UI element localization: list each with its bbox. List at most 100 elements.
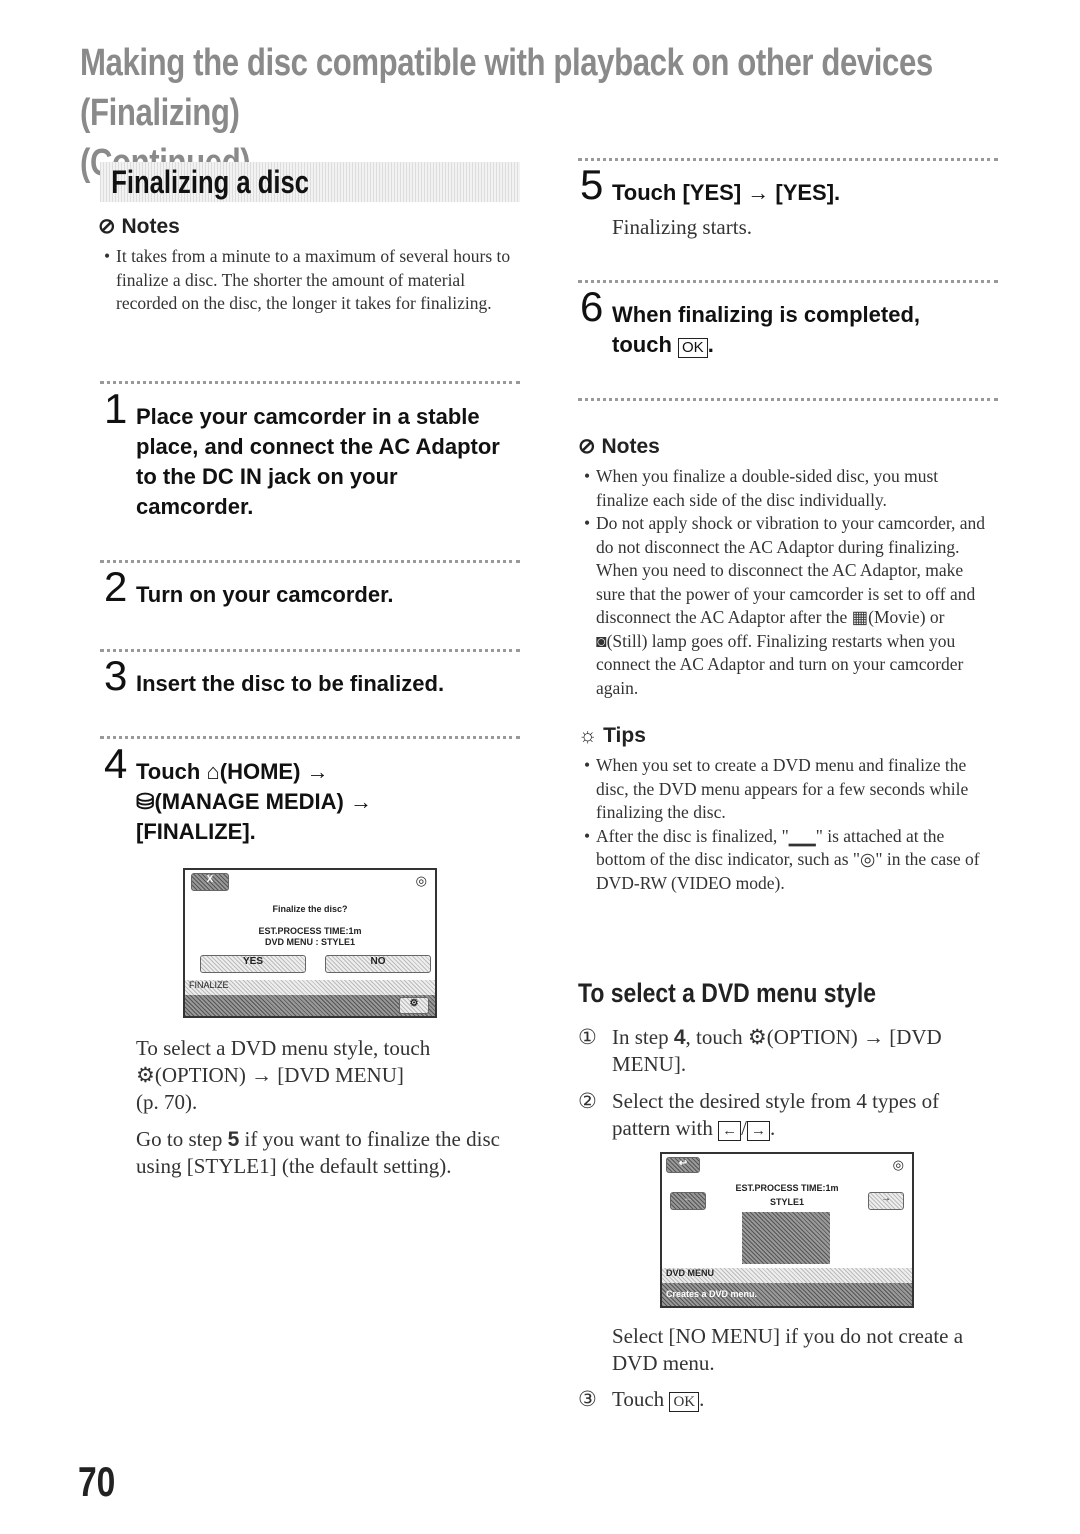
section-title: Finalizing a disc [111,164,309,200]
text: (Still) lamp goes off. Finalizing restar… [596,630,964,698]
step-2: 2 Turn on your camcorder. [104,566,521,610]
yes-button[interactable]: YES [200,955,306,973]
next-style-button[interactable]: → [868,1192,904,1210]
manage-media-icon: ⛁ [136,789,155,814]
screen-status: Creates a DVD menu. [662,1283,912,1306]
left-arrow-icon: ← [718,1121,742,1141]
movie-lamp-icon: ▦ [851,607,869,627]
step-5: 5 Touch [YES] → [YES]. Finalizing starts. [580,164,997,241]
text: To select a DVD menu style, touch [136,1036,431,1060]
text: Touch [612,1387,665,1411]
step-text: Place your camcorder in a stable place, … [136,404,500,519]
dvd-menu-screen: ↩ ◎ EST.PROCESS TIME:1m STYLE1 ← → DVD M… [660,1152,914,1308]
section-heading: Finalizing a disc [100,162,520,202]
close-button[interactable]: X [191,873,229,891]
screen-title-bar: FINALIZE [185,980,435,995]
note-item: It takes from a minute to a maximum of s… [104,245,518,316]
disc-indicator-icon: ◎ [860,849,876,869]
menu-style: DVD MENU : STYLE1 [264,937,355,947]
right-arrow-icon: → [746,1121,770,1141]
para-menu-style: To select a DVD menu style, touch ⚙(OPTI… [136,1035,521,1116]
notes-heading: ⊘ Notes [578,434,988,459]
step-text: (HOME) → [219,759,329,784]
step-text: When finalizing is completed, touch [612,302,921,357]
notes-heading: ⊘ Notes [98,214,518,239]
notes-icon: ⊘ [578,435,596,458]
text: Select the desired style from 4 types of… [612,1089,940,1140]
step-1: 1 Place your camcorder in a stable place,… [104,388,521,522]
notes-label: Notes [121,215,180,238]
divider [100,736,520,739]
step-ref: 5 [227,1128,240,1151]
title-line-1: Making the disc compatible with playback… [80,42,933,134]
divider [578,158,998,161]
notes-icon: ⊘ [98,215,116,238]
tip-item: When you set to create a DVD menu and fi… [584,754,988,825]
step-text: Touch [YES] → [YES]. [612,180,841,205]
tips-heading: ☼ Tips [578,724,988,748]
item-number: ① [578,1025,597,1049]
list-item: ① In step 4, touch ⚙(OPTION) → [DVD MENU]… [578,1024,998,1078]
screen-title-bar: DVD MENU [662,1268,912,1283]
step-number: 3 [104,652,128,699]
ok-button-icon: OK [678,338,708,358]
ok-button-icon: OK [669,1392,700,1412]
divider [100,381,520,384]
list-item: ③ Touch OK. [578,1387,705,1412]
divider [578,398,998,401]
tips-label: Tips [603,724,646,747]
disc-icon: ◎ [415,873,427,888]
notes-right: ⊘ Notes When you finalize a double-sided… [578,434,988,895]
step-text: Turn on your camcorder. [136,582,394,607]
item-number: ② [578,1089,597,1113]
tip-item: After the disc is finalized, "▁▁" is att… [584,825,988,896]
screen-question: Finalize the disc? [272,904,348,914]
manual-page: Making the disc compatible with playback… [0,0,1080,1534]
step-text: Touch [136,759,201,784]
note-item: Do not apply shock or vibration to your … [584,512,988,700]
divider [578,280,998,283]
finalize-screen: X ◎ Finalize the disc? EST.PROCESS TIME:… [183,868,437,1018]
text: (p. 70). [136,1090,198,1114]
item-number: ③ [578,1387,597,1411]
option-icon: ⚙ [136,1063,155,1087]
step-text: Insert the disc to be finalized. [136,671,445,696]
back-button[interactable]: ↩ [666,1157,700,1173]
screen-info: EST.PROCESS TIME:1m DVD MENU : STYLE1 [185,926,435,948]
option-icon: ⚙ [747,1025,767,1049]
text: (Movie) or [868,607,945,627]
page-number: 70 [78,1458,116,1505]
notes-left: ⊘ Notes It takes from a minute to a maxi… [98,214,518,316]
step-number: 4 [104,740,128,787]
text: (OPTION) → [DVD MENU] [154,1063,404,1087]
text: Go to step [136,1127,228,1151]
still-lamp-icon: ◙ [596,630,607,651]
step-result: Finalizing starts. [612,215,752,239]
step-4: 4 Touch ⌂(HOME) → ⛁(MANAGE MEDIA) → [FIN… [104,743,521,847]
step-number: 6 [580,283,604,330]
step-number: 2 [104,563,128,610]
home-icon: ⌂ [206,759,220,784]
note-item: When you finalize a double-sided disc, y… [584,465,988,512]
text: , touch [685,1025,743,1049]
no-menu-note: Select [NO MENU] if you do not create a … [612,1324,964,1375]
step-ref: 4 [673,1026,686,1049]
divider [100,649,520,652]
subheading: To select a DVD menu style [578,978,877,1008]
text: After the disc is finalized, " [596,825,789,846]
step-number: 5 [580,161,604,208]
finalized-mark-icon: ▁▁ [788,825,816,846]
step-text: (MANAGE MEDIA) → [154,789,372,814]
text: Do not apply shock or vibration to your … [596,513,986,557]
style-preview [742,1212,830,1264]
option-button[interactable]: ⚙ [399,997,429,1014]
no-button[interactable]: NO [325,955,431,973]
disc-icon: ◎ [892,1157,904,1172]
dvd-menu-steps: ① In step 4, touch ⚙(OPTION) → [DVD MENU]… [578,1024,998,1142]
divider [100,560,520,563]
step-number: 1 [104,385,128,432]
tips-icon: ☼ [578,724,598,747]
list-item: ② Select the desired style from 4 types o… [578,1089,940,1141]
prev-style-button[interactable]: ← [670,1192,706,1210]
para-go-step: Go to step 5 if you want to finalize the… [136,1126,521,1180]
